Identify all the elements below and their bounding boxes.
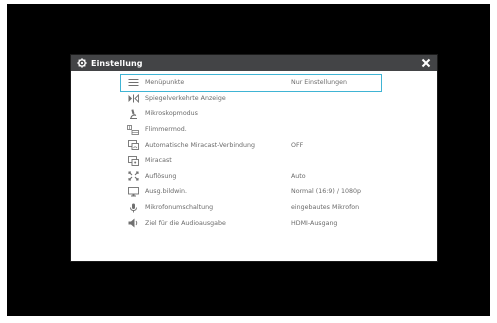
settings-list: Menüpunkte Nur Einstellungen Spiegelverk… [120, 74, 382, 231]
menu-item-label: Miracast [145, 157, 172, 165]
gear-icon [77, 58, 87, 68]
speaker-icon [127, 218, 139, 228]
menu-item-label: Menüpunkte [145, 79, 185, 87]
dialog-titlebar: Einstellung [71, 55, 437, 71]
menu-item-label: Mikrofonumschaltung [145, 204, 214, 212]
close-icon[interactable] [421, 58, 431, 68]
menu-item-mikroskopmodus[interactable]: Mikroskopmodus [121, 106, 381, 122]
auto-miracast-icon [127, 140, 139, 151]
menu-item-auflosung[interactable]: Auflösung Auto [121, 169, 381, 185]
microscope-icon [127, 109, 139, 119]
miracast-icon [127, 155, 139, 166]
menu-item-miracast[interactable]: Miracast [121, 153, 381, 169]
menu-lines-icon [127, 78, 139, 88]
screen-background: Einstellung Menüpunkte Nur Einstellungen… [7, 4, 490, 316]
menu-item-mikrofonumschaltung[interactable]: Mikrofonumschaltung eingebautes Mikrofon [121, 200, 381, 216]
menu-item-label: Spiegelverkehrte Anzeige [145, 94, 226, 102]
dialog-title: Einstellung [91, 58, 143, 68]
microphone-icon [127, 203, 139, 213]
menu-item-label: Mikroskopmodus [145, 110, 198, 118]
menu-item-ausg-bildwin[interactable]: Ausg.bildwin. Normal (16:9) / 1080p [121, 184, 381, 200]
menu-item-automatische-miracast-verbindung[interactable]: Automatische Miracast-Verbindung OFF [121, 137, 381, 153]
menu-item-value: OFF [291, 141, 304, 149]
flicker-icon [127, 124, 139, 135]
menu-item-value: Nur Einstellungen [291, 79, 347, 87]
menu-item-value: Auto [291, 172, 306, 180]
menu-item-label: Ausg.bildwin. [145, 188, 187, 196]
menu-item-ziel-audioausgabe[interactable]: Ziel für die Audioausgabe HDMI-Ausgang [121, 215, 381, 231]
menu-item-flimmermod[interactable]: Flimmermod. [121, 122, 381, 138]
menu-item-spiegelverkehrte-anzeige[interactable]: Spiegelverkehrte Anzeige [121, 91, 381, 107]
menu-item-label: Ziel für die Audioausgabe [145, 219, 226, 227]
resolution-icon [127, 171, 139, 181]
menu-item-label: Auflösung [145, 172, 177, 180]
menu-item-label: Automatische Miracast-Verbindung [145, 141, 256, 149]
mirror-icon [127, 93, 139, 103]
menu-item-value: HDMI-Ausgang [291, 219, 338, 227]
menu-item-value: eingebautes Mikrofon [291, 204, 360, 212]
monitor-icon [127, 187, 139, 197]
menu-item-value: Normal (16:9) / 1080p [291, 188, 361, 196]
menu-item-label: Flimmermod. [145, 126, 187, 134]
menu-item-menupunkte[interactable]: Menüpunkte Nur Einstellungen [120, 74, 382, 92]
settings-dialog: Einstellung Menüpunkte Nur Einstellungen… [71, 55, 437, 261]
